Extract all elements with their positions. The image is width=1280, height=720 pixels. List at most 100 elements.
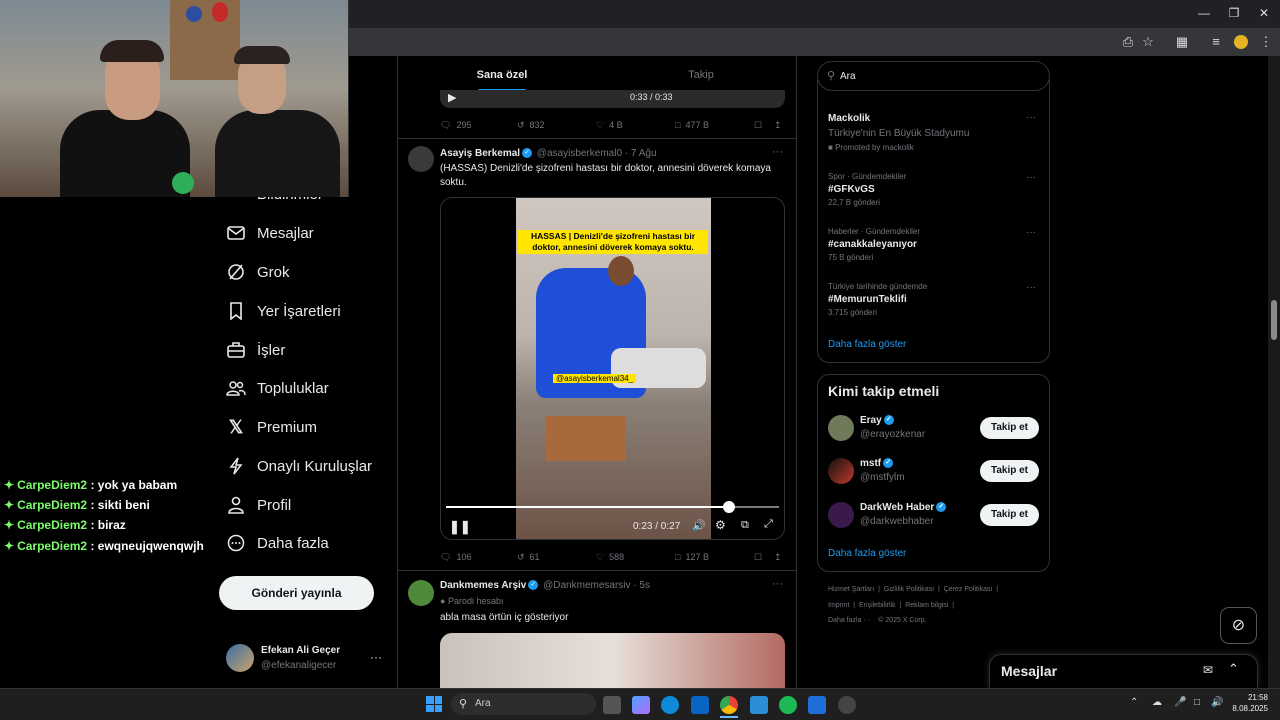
follow-button[interactable]: Takip et bbox=[980, 417, 1039, 439]
footer-link[interactable]: Erişilebilirlik bbox=[859, 602, 896, 609]
trend-menu-icon[interactable]: ··· bbox=[1026, 282, 1036, 293]
footer-link[interactable]: Imprint bbox=[828, 602, 849, 609]
like-button[interactable]: ♡ 588 bbox=[596, 552, 624, 563]
follow-name[interactable]: DarkWeb Haber ✓ bbox=[860, 502, 948, 513]
trend-item[interactable]: Türkiye tarihinde gündemde #MemurunTekli… bbox=[828, 282, 927, 317]
post-menu-icon[interactable]: ··· bbox=[772, 146, 783, 158]
author-name[interactable]: Dankmemes Arşiv bbox=[440, 580, 526, 591]
expand-icon[interactable]: ⌃ bbox=[1228, 661, 1239, 677]
taskbar-search[interactable]: ⚲ Ara bbox=[451, 693, 596, 715]
trend-menu-icon[interactable]: ··· bbox=[1026, 227, 1036, 238]
video-player[interactable]: HASSAS | Denizli'de şizofreni hastası bi… bbox=[440, 197, 785, 540]
repost-button[interactable]: ↺ 61 bbox=[517, 552, 540, 563]
video-seekbar[interactable] bbox=[446, 501, 779, 513]
views-button[interactable]: □ 127 B bbox=[675, 552, 709, 562]
nav-item-premium[interactable]: 𝕏 Premium bbox=[226, 412, 317, 442]
promo-title[interactable]: Mackolik bbox=[828, 113, 870, 124]
avatar[interactable] bbox=[408, 146, 434, 172]
views-button[interactable]: □ 477 B bbox=[675, 120, 709, 130]
app-icon[interactable] bbox=[838, 696, 856, 714]
close-icon[interactable]: ✕ bbox=[1250, 4, 1278, 22]
tab-for-you[interactable]: Sana özel bbox=[412, 69, 592, 81]
video-player-top[interactable]: ▶ 0:33 / 0:33 bbox=[440, 90, 785, 108]
footer-link[interactable]: Çerez Politikası bbox=[944, 586, 993, 593]
show-more-trends-link[interactable]: Daha fazla göster bbox=[828, 339, 906, 350]
microphone-icon[interactable]: 🎤 bbox=[1174, 697, 1186, 708]
nav-item-grok[interactable]: Grok bbox=[226, 257, 290, 287]
cast-icon[interactable]: ⎙ bbox=[1118, 33, 1138, 51]
menu-icon[interactable]: ⋮ bbox=[1256, 33, 1276, 51]
minimize-icon[interactable]: — bbox=[1190, 4, 1218, 22]
chrome-icon[interactable] bbox=[720, 696, 738, 714]
spotify-icon[interactable] bbox=[779, 696, 797, 714]
nav-item-jobs[interactable]: İşler bbox=[226, 335, 285, 365]
nav-item-bookmarks[interactable]: Yer İşaretleri bbox=[226, 296, 341, 326]
follow-name[interactable]: mstf ✓ bbox=[860, 458, 895, 469]
notepad-icon[interactable] bbox=[750, 696, 768, 714]
show-more-follow-link[interactable]: Daha fazla göster bbox=[828, 548, 906, 559]
app-icon[interactable] bbox=[808, 696, 826, 714]
volume-icon[interactable]: 🔊 bbox=[1211, 697, 1223, 708]
nav-item-profile[interactable]: Profil bbox=[226, 490, 291, 520]
post-menu-icon[interactable]: ··· bbox=[772, 578, 783, 590]
avatar[interactable] bbox=[408, 580, 434, 606]
share-icon[interactable]: ↥ bbox=[774, 120, 782, 131]
grok-floating-button[interactable]: ⊘ bbox=[1220, 607, 1257, 644]
avatar[interactable] bbox=[226, 644, 254, 672]
trend-menu-icon[interactable]: ··· bbox=[1026, 112, 1036, 123]
follow-button[interactable]: Takip et bbox=[980, 504, 1039, 526]
new-message-icon[interactable]: ✉ bbox=[1203, 663, 1213, 677]
author-handle[interactable]: @Dankmemesarsiv bbox=[543, 580, 630, 591]
dock-icon[interactable]: ⧉ bbox=[741, 519, 749, 532]
settings-icon[interactable]: ⚙ bbox=[715, 518, 726, 532]
account-menu-icon[interactable]: ··· bbox=[370, 650, 382, 664]
bookmark-icon[interactable]: ☐ bbox=[754, 120, 762, 131]
edge-icon[interactable] bbox=[661, 696, 679, 714]
avatar[interactable] bbox=[828, 415, 854, 441]
windows-start-icon[interactable] bbox=[426, 696, 442, 712]
nav-item-more[interactable]: Daha fazla bbox=[226, 528, 329, 558]
avatar[interactable] bbox=[828, 502, 854, 528]
trend-menu-icon[interactable]: ··· bbox=[1026, 172, 1036, 183]
bookmark-icon[interactable]: ☐ bbox=[754, 552, 762, 563]
like-button[interactable]: ♡ 4 B bbox=[596, 120, 623, 131]
footer-link[interactable]: Hizmet Şartları bbox=[828, 586, 874, 593]
scrollbar[interactable] bbox=[1268, 56, 1280, 688]
follow-button[interactable]: Takip et bbox=[980, 460, 1039, 482]
reading-list-icon[interactable]: ≡ bbox=[1206, 33, 1226, 51]
follow-name[interactable]: Eray ✓ bbox=[860, 415, 896, 426]
star-icon[interactable]: ☆ bbox=[1138, 33, 1158, 51]
extensions-icon[interactable]: ▦ bbox=[1172, 33, 1192, 51]
tray-chevron-icon[interactable]: ⌃ bbox=[1130, 697, 1138, 708]
footer-link[interactable]: Daha fazla ··· bbox=[828, 617, 870, 624]
profile-icon[interactable] bbox=[1234, 35, 1248, 49]
clock[interactable]: 21:58 8.08.2025 bbox=[1228, 692, 1268, 714]
messages-drawer[interactable]: Mesajlar ✉ ⌃ bbox=[989, 654, 1258, 688]
footer-link[interactable]: Gizlilik Politikası bbox=[884, 586, 934, 593]
copilot-icon[interactable] bbox=[632, 696, 650, 714]
author-handle[interactable]: @asayisberkemal0 bbox=[537, 148, 622, 159]
post-button[interactable]: Gönderi yayınla bbox=[219, 576, 374, 610]
volume-icon[interactable]: 🔊 bbox=[692, 519, 706, 532]
tab-following[interactable]: Takip bbox=[611, 69, 791, 81]
trend-item[interactable]: Spor · Gündemdekiler #GFKvGS 22,7 B gönd… bbox=[828, 172, 906, 207]
trend-item[interactable]: Haberler · Gündemdekiler #canakkaleyanıy… bbox=[828, 227, 920, 262]
cloud-icon[interactable]: ☁ bbox=[1152, 697, 1162, 708]
footer-link[interactable]: Reklam bilgisi bbox=[905, 602, 948, 609]
scrollbar-thumb[interactable] bbox=[1271, 300, 1277, 340]
nav-item-communities[interactable]: Topluluklar bbox=[226, 373, 329, 403]
nav-item-messages[interactable]: Mesajlar bbox=[226, 218, 314, 248]
outlook-icon[interactable] bbox=[691, 696, 709, 714]
avatar[interactable] bbox=[828, 458, 854, 484]
pause-icon[interactable]: ❚❚ bbox=[449, 519, 471, 535]
network-icon[interactable]: □ bbox=[1194, 697, 1200, 708]
restore-icon[interactable]: ❐ bbox=[1220, 4, 1248, 22]
fullscreen-icon[interactable]: ⤢ bbox=[764, 518, 773, 531]
task-view-icon[interactable] bbox=[603, 696, 621, 714]
reply-button[interactable]: 🗨 295 bbox=[440, 120, 471, 131]
reply-button[interactable]: 🗨 106 bbox=[440, 552, 471, 563]
video-scrubber[interactable] bbox=[723, 501, 736, 513]
nav-item-verified-orgs[interactable]: Onaylı Kuruluşlar bbox=[226, 451, 372, 481]
repost-button[interactable]: ↺ 832 bbox=[517, 120, 545, 131]
author-name[interactable]: Asayiş Berkemal bbox=[440, 148, 520, 159]
